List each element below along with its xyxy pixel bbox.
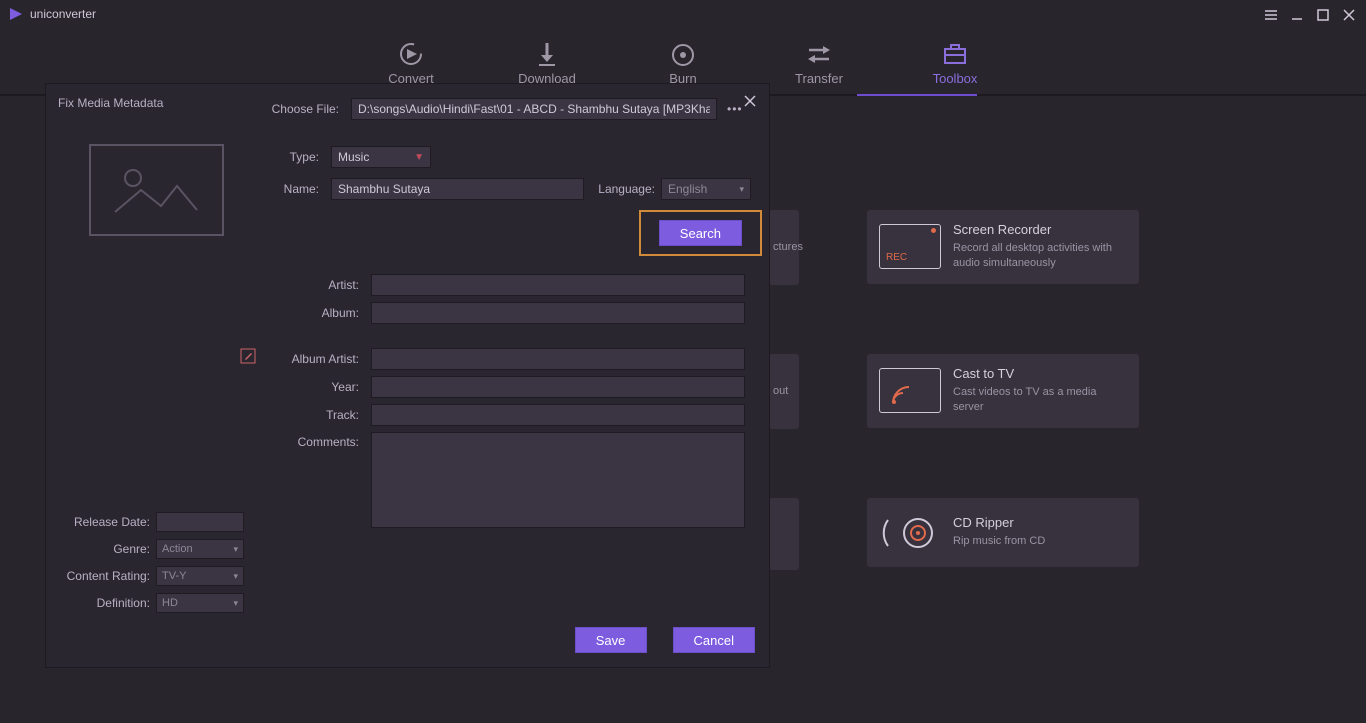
toolcard-title: Cast to TV <box>953 366 1127 381</box>
left-form: Release Date: Genre: Action▾ Content Rat… <box>46 512 254 613</box>
release-date-input[interactable] <box>156 512 244 532</box>
toolcard-partial[interactable]: out <box>769 354 799 429</box>
toolcard-desc: Record all desktop activities with audio… <box>953 241 1127 272</box>
definition-select[interactable]: HD▾ <box>156 593 244 613</box>
toolcard-partial[interactable] <box>769 498 799 570</box>
fix-metadata-modal: Fix Media Metadata Release Date: Genre: … <box>45 83 770 668</box>
year-label: Year: <box>270 380 365 394</box>
language-label: Language: <box>590 182 655 196</box>
maximize-button[interactable] <box>1310 4 1336 26</box>
tab-transfer[interactable]: Transfer <box>779 41 859 94</box>
year-input[interactable] <box>371 376 745 398</box>
release-date-label: Release Date: <box>46 515 156 529</box>
content-rating-select[interactable]: TV-Y▾ <box>156 566 244 586</box>
file-path-input[interactable] <box>351 98 717 120</box>
toolcard-desc: ctures <box>773 240 803 255</box>
toolcard-partial[interactable]: ctures <box>769 210 799 285</box>
play-icon <box>8 6 24 22</box>
toolcard-desc: Cast videos to TV as a media server <box>953 385 1127 416</box>
edit-thumbnail-icon[interactable] <box>240 348 256 367</box>
genre-label: Genre: <box>46 542 156 556</box>
type-select[interactable]: Music▼ <box>331 146 431 168</box>
definition-label: Definition: <box>46 596 156 610</box>
app-title: uniconverter <box>30 7 96 21</box>
comments-input[interactable] <box>371 432 745 528</box>
tab-label: Toolbox <box>933 71 978 86</box>
genre-select[interactable]: Action▾ <box>156 539 244 559</box>
tab-label: Transfer <box>795 71 843 86</box>
app-logo: uniconverter <box>8 6 96 22</box>
artist-label: Artist: <box>270 278 365 292</box>
search-highlight: Search <box>639 210 762 256</box>
album-artist-label: Album Artist: <box>270 352 365 366</box>
right-form: Choose File: ••• Type: Music▼ Name: Lang… <box>270 98 761 538</box>
language-select[interactable]: English▾ <box>661 178 751 200</box>
thumbnail-area <box>56 144 256 236</box>
toolcard-title: Screen Recorder <box>953 222 1127 237</box>
thumbnail-placeholder[interactable] <box>89 144 224 236</box>
cast-tv-icon <box>879 368 941 413</box>
toolcard-cd-ripper[interactable]: CD Ripper Rip music from CD <box>867 498 1139 567</box>
toolcard-desc: out <box>773 384 788 399</box>
cd-ripper-icon <box>879 510 941 555</box>
choose-file-label: Choose File: <box>270 102 345 116</box>
album-input[interactable] <box>371 302 745 324</box>
modal-title-text: Fix Media Metadata <box>58 96 163 110</box>
search-button[interactable]: Search <box>659 220 742 246</box>
title-bar: uniconverter <box>0 0 1366 28</box>
toolcard-screen-recorder[interactable]: REC Screen Recorder Record all desktop a… <box>867 210 1139 284</box>
screen-recorder-icon: REC <box>879 224 941 269</box>
modal-buttons: Save Cancel <box>575 627 755 653</box>
cancel-button[interactable]: Cancel <box>673 627 755 653</box>
minimize-button[interactable] <box>1284 4 1310 26</box>
toolcard-cast-tv[interactable]: Cast to TV Cast videos to TV as a media … <box>867 354 1139 428</box>
browse-button[interactable]: ••• <box>723 102 747 116</box>
artist-input[interactable] <box>371 274 745 296</box>
tab-toolbox[interactable]: Toolbox <box>915 41 995 94</box>
toolcard-title: CD Ripper <box>953 515 1045 530</box>
type-label: Type: <box>270 150 325 164</box>
close-button[interactable] <box>1336 4 1362 26</box>
menu-button[interactable] <box>1258 4 1284 26</box>
content-rating-label: Content Rating: <box>46 569 156 583</box>
name-input[interactable] <box>331 178 584 200</box>
track-label: Track: <box>270 408 365 422</box>
toolcard-desc: Rip music from CD <box>953 534 1045 549</box>
window-buttons <box>1258 4 1362 26</box>
album-artist-input[interactable] <box>371 348 745 370</box>
track-input[interactable] <box>371 404 745 426</box>
album-label: Album: <box>270 306 365 320</box>
name-label: Name: <box>270 182 325 196</box>
save-button[interactable]: Save <box>575 627 647 653</box>
comments-label: Comments: <box>270 432 365 449</box>
